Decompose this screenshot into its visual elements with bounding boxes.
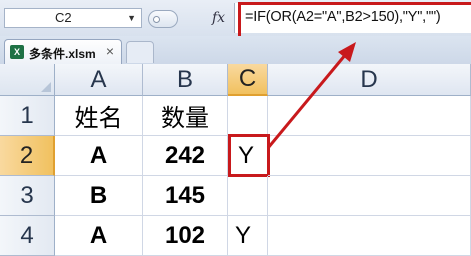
column-header-c[interactable]: C <box>228 64 268 96</box>
new-tab-button[interactable] <box>126 41 154 63</box>
formula-bar: C2 ▼ fx =IF(OR(A2="A",B2>150),"Y","") <box>0 0 471 37</box>
excel-file-icon: X <box>10 45 24 59</box>
cell-c1[interactable] <box>228 96 268 136</box>
cell-c2-selected[interactable]: Y <box>228 134 270 177</box>
cell-b4[interactable]: 102 <box>143 216 228 256</box>
workbook-tab[interactable]: X 多条件.xlsm × <box>4 39 122 64</box>
close-icon[interactable]: × <box>106 43 114 59</box>
row-header-1[interactable]: 1 <box>0 96 55 136</box>
select-all-button[interactable] <box>0 64 55 96</box>
insert-function-icon[interactable]: fx <box>212 8 225 28</box>
workbook-tab-label: 多条件.xlsm <box>29 47 96 61</box>
name-box-value: C2 <box>55 10 72 25</box>
chevron-down-icon[interactable]: ▼ <box>127 9 136 27</box>
formula-text: =IF(OR(A2="A",B2>150),"Y","") <box>245 9 441 25</box>
cell-a4[interactable]: A <box>55 216 143 256</box>
row-header-2[interactable]: 2 <box>0 136 55 176</box>
formula-input[interactable]: =IF(OR(A2="A",B2>150),"Y","") <box>234 3 471 33</box>
column-header-a[interactable]: A <box>55 64 143 96</box>
cell-a3[interactable]: B <box>55 176 143 216</box>
column-header-d[interactable]: D <box>268 64 471 96</box>
cell-c4[interactable]: Y <box>228 216 268 256</box>
row-header-3[interactable]: 3 <box>0 176 55 216</box>
cell-b3[interactable]: 145 <box>143 176 228 216</box>
cell-c3[interactable] <box>228 176 268 216</box>
row-header-4[interactable]: 4 <box>0 216 55 256</box>
cell-d3[interactable] <box>268 176 471 216</box>
spreadsheet-grid: A B C D 1 2 3 4 姓名 数量 A 242 Y B 145 A 10… <box>0 64 471 256</box>
column-header-b[interactable]: B <box>143 64 228 96</box>
name-box[interactable]: C2 ▼ <box>4 8 142 28</box>
cell-a1[interactable]: 姓名 <box>55 96 143 136</box>
cell-b2[interactable]: 242 <box>143 136 228 176</box>
cell-d1[interactable] <box>268 96 471 136</box>
cell-d4[interactable] <box>268 216 471 256</box>
cell-d2[interactable] <box>268 136 471 176</box>
cell-b1[interactable]: 数量 <box>143 96 228 136</box>
formula-bar-splitter[interactable] <box>148 10 178 28</box>
workbook-tab-bar: X 多条件.xlsm × <box>0 36 471 65</box>
cell-a2[interactable]: A <box>55 136 143 176</box>
